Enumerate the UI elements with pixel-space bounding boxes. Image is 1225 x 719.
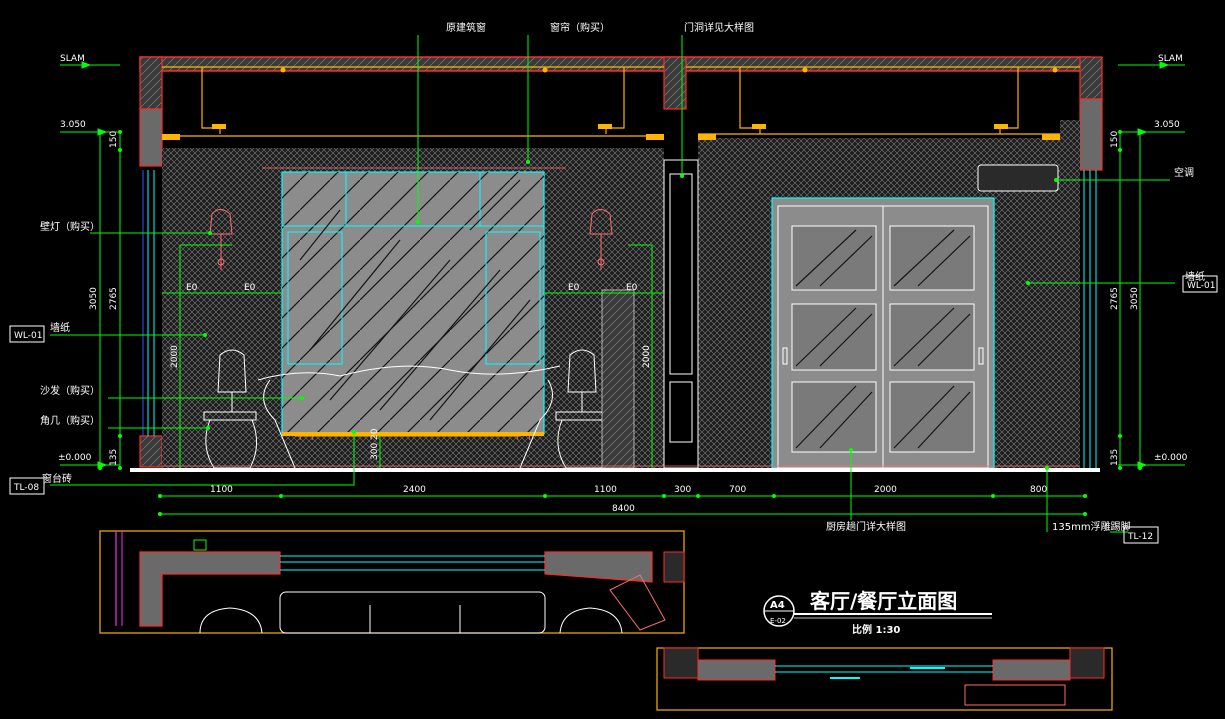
dim-total: 8400: [612, 504, 635, 514]
kitchen-sliding-door: [771, 197, 995, 469]
tag-wl-right: WL-01: [1187, 281, 1215, 291]
dim-h-5: 2000: [874, 485, 897, 495]
left-wall-top-section: [139, 56, 163, 110]
level-floor-right: ±0.000: [1154, 453, 1188, 463]
label-window-original: 原建筑窗: [446, 21, 486, 34]
label-wallpaper-left: 墙纸: [50, 321, 70, 334]
dim-lamp-height-left: 2000: [170, 345, 180, 368]
right-wall-top-section: [1079, 56, 1103, 100]
dim-h-3: 300: [674, 485, 691, 495]
label-wall-lamp: 壁灯（购买）: [40, 220, 100, 233]
label-kitchen-door-detail: 厨房趟门详大样图: [826, 520, 906, 533]
dim-right-total: 3050: [1130, 287, 1140, 310]
dim-right-mid: 2765: [1110, 287, 1120, 310]
beam-section: [663, 56, 687, 110]
label-curtain: 窗帘（购买）: [550, 21, 610, 34]
dim-lamp-offset-1: E0: [186, 283, 198, 293]
dim-left-mid: 2765: [109, 287, 119, 310]
left-wall-base-section: [139, 435, 163, 468]
dim-h-2: 1100: [594, 485, 617, 495]
dim-left-bottom: 135: [109, 449, 119, 466]
label-sill-stone: 窗台砖: [42, 472, 72, 485]
dim-left-total: 3050: [89, 287, 99, 310]
left-column-section: [139, 108, 163, 167]
dim-lamp-offset-2: E0: [244, 283, 256, 293]
dim-lamp-offset-4: E0: [626, 283, 638, 293]
tag-tl-left: TL-08: [13, 483, 39, 493]
dim-right-top: 150: [1110, 131, 1120, 148]
dim-sill-gap: 20: [370, 428, 380, 440]
level-slab-right: SLAM: [1158, 54, 1183, 64]
level-slab-left: SLAM: [60, 54, 85, 64]
level-floor-left: ±0.000: [58, 453, 92, 463]
floor-plan-living: [99, 530, 685, 634]
dim-left-top: 150: [109, 131, 119, 148]
index-top: A4: [770, 600, 785, 611]
drawing-title: 客厅/餐厅立面图: [809, 589, 957, 613]
drawing-scale: 比例 1:30: [852, 623, 900, 636]
tag-wl-left: WL-01: [14, 331, 42, 341]
cornice-moulding: [162, 67, 1060, 140]
ceiling-profile: [162, 66, 1080, 137]
dim-h-4: 700: [729, 485, 746, 495]
level-ceiling-left: 3.050: [60, 120, 86, 130]
level-ceiling-right: 3.050: [1154, 120, 1180, 130]
label-door-detail: 门洞详见大样图: [684, 21, 754, 34]
tall-cabinet-right: [601, 289, 635, 469]
right-column-section: [1079, 98, 1103, 171]
label-skirting: 135mm浮雕踢脚: [1052, 520, 1131, 533]
cad-elevation-drawing: 原建筑窗 窗帘（购买） 门洞详见大样图 空调 壁灯（购买） 墙纸 墙纸 沙发（购…: [0, 0, 1225, 719]
door-opening: [663, 159, 699, 469]
dim-h-1: 2400: [403, 485, 426, 495]
column-surface: [1060, 120, 1080, 468]
dim-h-6: 800: [1030, 485, 1047, 495]
dim-h-0: 1100: [210, 485, 233, 495]
dim-sill-height: 300: [370, 443, 380, 460]
floor-plan-dining: [656, 647, 1113, 711]
dim-lamp-height-right: 2000: [642, 345, 652, 368]
dim-right-bottom: 135: [1110, 449, 1120, 466]
dim-lamp-offset-3: E0: [568, 283, 580, 293]
label-sofa: 沙发（购买）: [40, 384, 100, 397]
label-corner-table: 角几（购买）: [40, 414, 100, 427]
index-bottom: E-02: [770, 617, 786, 625]
elevation: [130, 56, 1103, 472]
air-conditioner: [977, 164, 1059, 192]
label-air-conditioner: 空调: [1174, 166, 1194, 179]
tag-tl-right: TL-12: [1127, 532, 1153, 542]
